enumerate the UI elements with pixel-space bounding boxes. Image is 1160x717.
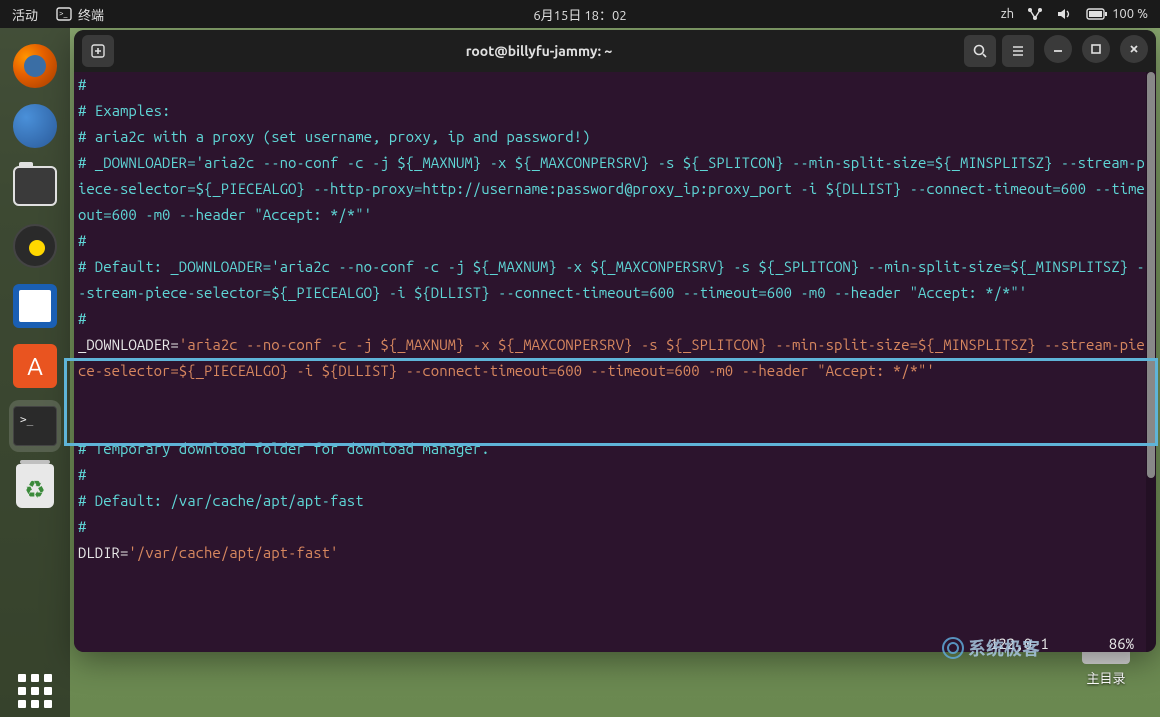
activities-button[interactable]: 活动 <box>12 5 38 24</box>
terminal-content[interactable]: ## Examples:# aria2c with a proxy (set u… <box>74 72 1156 652</box>
desktop-icon-label: 主目录 <box>1086 668 1125 687</box>
apps-grid-icon <box>18 674 52 708</box>
rhythmbox-icon <box>13 224 57 268</box>
software-icon: A <box>13 344 57 388</box>
battery-indicator[interactable]: 100 % <box>1086 7 1148 21</box>
terminal-scrollbar[interactable] <box>1146 72 1156 652</box>
search-button[interactable] <box>964 35 996 67</box>
svg-text:>_: >_ <box>59 9 68 18</box>
trash-icon <box>16 464 54 508</box>
scrollbar-thumb[interactable] <box>1147 72 1155 478</box>
dock: A >_ <box>0 28 70 717</box>
dock-trash[interactable] <box>9 460 61 512</box>
writer-icon <box>13 284 57 328</box>
current-app-menu[interactable]: >_ 终端 <box>56 5 104 24</box>
close-button[interactable] <box>1120 35 1148 63</box>
window-title: root@billyfu-jammy: ~ <box>114 43 964 59</box>
dock-terminal[interactable]: >_ <box>9 400 61 452</box>
minimize-button[interactable] <box>1044 35 1072 63</box>
maximize-button[interactable] <box>1082 35 1110 63</box>
dock-files[interactable] <box>9 160 61 212</box>
volume-icon[interactable] <box>1056 6 1074 22</box>
dock-rhythmbox[interactable] <box>9 220 61 272</box>
dock-writer[interactable] <box>9 280 61 332</box>
terminal-titlebar[interactable]: root@billyfu-jammy: ~ <box>74 30 1156 72</box>
watermark-text: 系统极客 <box>968 635 1040 661</box>
battery-percent: 100 % <box>1112 7 1148 21</box>
thunderbird-icon <box>13 104 57 148</box>
scroll-percent: 86% <box>1109 635 1134 652</box>
network-icon[interactable] <box>1026 6 1044 22</box>
files-icon <box>13 166 57 206</box>
terminal-window: root@billyfu-jammy: ~ ## Examples:# aria… <box>74 30 1156 652</box>
menu-button[interactable] <box>1002 35 1034 67</box>
input-method-indicator[interactable]: zh <box>1001 7 1014 21</box>
dock-thunderbird[interactable] <box>9 100 61 152</box>
dock-firefox[interactable] <box>9 40 61 92</box>
watermark-icon <box>942 637 964 659</box>
dock-software[interactable]: A <box>9 340 61 392</box>
terminal-icon: >_ <box>13 406 57 446</box>
firefox-icon <box>13 44 57 88</box>
clock[interactable]: 6月15日 18：02 <box>533 5 626 24</box>
watermark: 系统极客 <box>942 635 1040 661</box>
new-tab-button[interactable] <box>82 35 114 67</box>
dock-show-apps[interactable] <box>9 665 61 717</box>
current-app-label: 终端 <box>78 5 104 24</box>
top-bar: 活动 >_ 终端 6月15日 18：02 zh 100 % <box>0 0 1160 28</box>
